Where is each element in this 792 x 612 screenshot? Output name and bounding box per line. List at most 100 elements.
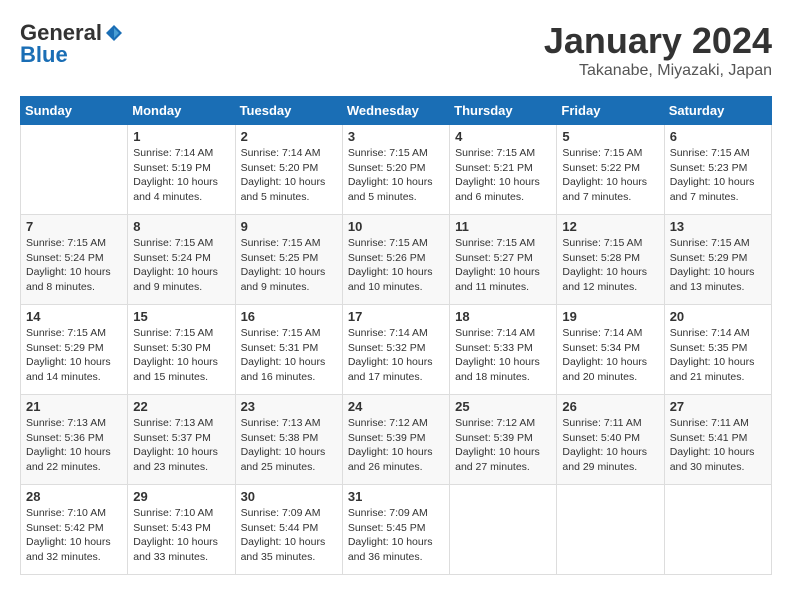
- day-number: 28: [26, 489, 122, 504]
- day-number: 17: [348, 309, 444, 324]
- week-row-1: 1Sunrise: 7:14 AM Sunset: 5:19 PM Daylig…: [21, 125, 772, 215]
- day-number: 14: [26, 309, 122, 324]
- day-info: Sunrise: 7:15 AM Sunset: 5:28 PM Dayligh…: [562, 236, 658, 295]
- day-info: Sunrise: 7:15 AM Sunset: 5:29 PM Dayligh…: [26, 326, 122, 385]
- day-number: 30: [241, 489, 337, 504]
- day-number: 8: [133, 219, 229, 234]
- month-title: January 2024: [544, 20, 772, 62]
- day-number: 9: [241, 219, 337, 234]
- calendar-cell: 14 Sunrise: 7:15 AM Sunset: 5:29 PM Dayli…: [21, 305, 128, 395]
- week-row-5: 28 Sunrise: 7:10 AM Sunset: 5:42 PM Dayli…: [21, 485, 772, 575]
- logo-blue-text: Blue: [20, 42, 68, 68]
- location-text: Takanabe, Miyazaki, Japan: [544, 62, 772, 80]
- day-number: 18: [455, 309, 551, 324]
- week-row-4: 21 Sunrise: 7:13 AM Sunset: 5:36 PM Dayli…: [21, 395, 772, 485]
- day-info: Sunrise: 7:15 AM Sunset: 5:26 PM Dayligh…: [348, 236, 444, 295]
- day-number: 5: [562, 129, 658, 144]
- day-info: Sunrise: 7:15 AM Sunset: 5:27 PM Dayligh…: [455, 236, 551, 295]
- calendar-cell: 6 Sunrise: 7:15 AM Sunset: 5:23 PM Daylig…: [664, 125, 771, 215]
- day-info: Sunrise: 7:14 AM Sunset: 5:19 PM Dayligh…: [133, 146, 229, 205]
- calendar-table: SundayMondayTuesdayWednesdayThursdayFrid…: [20, 96, 772, 575]
- calendar-cell: 15 Sunrise: 7:15 AM Sunset: 5:30 PM Dayli…: [128, 305, 235, 395]
- day-number: 7: [26, 219, 122, 234]
- weekday-header-row: SundayMondayTuesdayWednesdayThursdayFrid…: [21, 97, 772, 125]
- weekday-friday: Friday: [557, 97, 664, 125]
- calendar-cell: 20 Sunrise: 7:14 AM Sunset: 5:35 PM Dayli…: [664, 305, 771, 395]
- day-number: 22: [133, 399, 229, 414]
- day-info: Sunrise: 7:10 AM Sunset: 5:43 PM Dayligh…: [133, 506, 229, 565]
- day-info: Sunrise: 7:15 AM Sunset: 5:25 PM Dayligh…: [241, 236, 337, 295]
- day-number: 15: [133, 309, 229, 324]
- calendar-cell: 1Sunrise: 7:14 AM Sunset: 5:19 PM Daylig…: [128, 125, 235, 215]
- calendar-cell: 2 Sunrise: 7:14 AM Sunset: 5:20 PM Daylig…: [235, 125, 342, 215]
- day-number: 2: [241, 129, 337, 144]
- calendar-cell: 31Sunrise: 7:09 AM Sunset: 5:45 PM Dayli…: [342, 485, 449, 575]
- day-number: 24: [348, 399, 444, 414]
- day-number: 20: [670, 309, 766, 324]
- day-info: Sunrise: 7:10 AM Sunset: 5:42 PM Dayligh…: [26, 506, 122, 565]
- day-info: Sunrise: 7:15 AM Sunset: 5:30 PM Dayligh…: [133, 326, 229, 385]
- calendar-cell: 19Sunrise: 7:14 AM Sunset: 5:34 PM Dayli…: [557, 305, 664, 395]
- calendar-cell: 18 Sunrise: 7:14 AM Sunset: 5:33 PM Dayli…: [450, 305, 557, 395]
- day-number: 11: [455, 219, 551, 234]
- calendar-cell: [450, 485, 557, 575]
- day-info: Sunrise: 7:12 AM Sunset: 5:39 PM Dayligh…: [455, 416, 551, 475]
- calendar-cell: 9 Sunrise: 7:15 AM Sunset: 5:25 PM Daylig…: [235, 215, 342, 305]
- calendar-cell: 21 Sunrise: 7:13 AM Sunset: 5:36 PM Dayli…: [21, 395, 128, 485]
- day-number: 16: [241, 309, 337, 324]
- day-info: Sunrise: 7:15 AM Sunset: 5:31 PM Dayligh…: [241, 326, 337, 385]
- day-info: Sunrise: 7:14 AM Sunset: 5:33 PM Dayligh…: [455, 326, 551, 385]
- calendar-cell: 12 Sunrise: 7:15 AM Sunset: 5:28 PM Dayli…: [557, 215, 664, 305]
- calendar-cell: 26Sunrise: 7:11 AM Sunset: 5:40 PM Dayli…: [557, 395, 664, 485]
- calendar-cell: 10 Sunrise: 7:15 AM Sunset: 5:26 PM Dayli…: [342, 215, 449, 305]
- calendar-cell: 16 Sunrise: 7:15 AM Sunset: 5:31 PM Dayli…: [235, 305, 342, 395]
- day-info: Sunrise: 7:14 AM Sunset: 5:32 PM Dayligh…: [348, 326, 444, 385]
- calendar-cell: 3 Sunrise: 7:15 AM Sunset: 5:20 PM Daylig…: [342, 125, 449, 215]
- calendar-cell: 5 Sunrise: 7:15 AM Sunset: 5:22 PM Daylig…: [557, 125, 664, 215]
- day-info: Sunrise: 7:11 AM Sunset: 5:41 PM Dayligh…: [670, 416, 766, 475]
- day-info: Sunrise: 7:11 AM Sunset: 5:40 PM Dayligh…: [562, 416, 658, 475]
- day-number: 4: [455, 129, 551, 144]
- calendar-cell: 24 Sunrise: 7:12 AM Sunset: 5:39 PM Dayli…: [342, 395, 449, 485]
- day-info: Sunrise: 7:13 AM Sunset: 5:38 PM Dayligh…: [241, 416, 337, 475]
- weekday-sunday: Sunday: [21, 97, 128, 125]
- calendar-cell: 28 Sunrise: 7:10 AM Sunset: 5:42 PM Dayli…: [21, 485, 128, 575]
- day-number: 21: [26, 399, 122, 414]
- day-info: Sunrise: 7:15 AM Sunset: 5:29 PM Dayligh…: [670, 236, 766, 295]
- week-row-2: 7 Sunrise: 7:15 AM Sunset: 5:24 PM Daylig…: [21, 215, 772, 305]
- day-info: Sunrise: 7:15 AM Sunset: 5:23 PM Dayligh…: [670, 146, 766, 205]
- day-info: Sunrise: 7:15 AM Sunset: 5:20 PM Dayligh…: [348, 146, 444, 205]
- day-number: 23: [241, 399, 337, 414]
- calendar-cell: 8Sunrise: 7:15 AM Sunset: 5:24 PM Daylig…: [128, 215, 235, 305]
- day-info: Sunrise: 7:12 AM Sunset: 5:39 PM Dayligh…: [348, 416, 444, 475]
- weekday-monday: Monday: [128, 97, 235, 125]
- day-number: 25: [455, 399, 551, 414]
- day-info: Sunrise: 7:13 AM Sunset: 5:36 PM Dayligh…: [26, 416, 122, 475]
- weekday-tuesday: Tuesday: [235, 97, 342, 125]
- week-row-3: 14 Sunrise: 7:15 AM Sunset: 5:29 PM Dayli…: [21, 305, 772, 395]
- calendar-cell: [557, 485, 664, 575]
- calendar-cell: 25 Sunrise: 7:12 AM Sunset: 5:39 PM Dayli…: [450, 395, 557, 485]
- day-number: 6: [670, 129, 766, 144]
- calendar-cell: 23 Sunrise: 7:13 AM Sunset: 5:38 PM Dayli…: [235, 395, 342, 485]
- day-info: Sunrise: 7:14 AM Sunset: 5:34 PM Dayligh…: [562, 326, 658, 385]
- day-number: 12: [562, 219, 658, 234]
- day-info: Sunrise: 7:15 AM Sunset: 5:24 PM Dayligh…: [26, 236, 122, 295]
- day-info: Sunrise: 7:09 AM Sunset: 5:44 PM Dayligh…: [241, 506, 337, 565]
- calendar-cell: 17 Sunrise: 7:14 AM Sunset: 5:32 PM Dayli…: [342, 305, 449, 395]
- day-number: 29: [133, 489, 229, 504]
- logo-icon: [104, 23, 124, 43]
- title-section: January 2024 Takanabe, Miyazaki, Japan: [544, 20, 772, 80]
- day-info: Sunrise: 7:14 AM Sunset: 5:35 PM Dayligh…: [670, 326, 766, 385]
- logo: General Blue: [20, 20, 124, 68]
- day-info: Sunrise: 7:14 AM Sunset: 5:20 PM Dayligh…: [241, 146, 337, 205]
- day-info: Sunrise: 7:15 AM Sunset: 5:22 PM Dayligh…: [562, 146, 658, 205]
- calendar-cell: 22 Sunrise: 7:13 AM Sunset: 5:37 PM Dayli…: [128, 395, 235, 485]
- day-number: 27: [670, 399, 766, 414]
- day-number: 31: [348, 489, 444, 504]
- calendar-cell: [21, 125, 128, 215]
- day-number: 10: [348, 219, 444, 234]
- calendar-cell: 27 Sunrise: 7:11 AM Sunset: 5:41 PM Dayli…: [664, 395, 771, 485]
- day-number: 3: [348, 129, 444, 144]
- day-info: Sunrise: 7:13 AM Sunset: 5:37 PM Dayligh…: [133, 416, 229, 475]
